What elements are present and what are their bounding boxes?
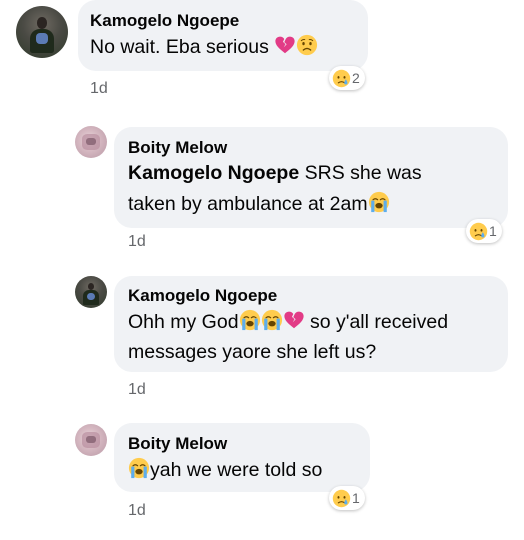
timestamp[interactable]: 1d bbox=[128, 233, 146, 251]
comment-text: No wait. Eba serious bbox=[90, 32, 318, 63]
reaction-count: 1 bbox=[352, 490, 360, 506]
comment-text-line1-a: Ohh my God bbox=[128, 311, 239, 333]
loudly-crying-face-icon bbox=[261, 309, 283, 331]
avatar[interactable] bbox=[75, 126, 107, 158]
avatar[interactable] bbox=[75, 424, 107, 456]
loudly-crying-face-icon bbox=[239, 309, 261, 331]
broken-heart-icon bbox=[283, 309, 305, 331]
timestamp[interactable]: 1d bbox=[128, 502, 146, 520]
loudly-crying-face-icon bbox=[368, 191, 390, 213]
comment-text-line2: messages yaore she left us? bbox=[128, 341, 377, 363]
sad-tear-face-icon bbox=[332, 489, 351, 508]
reaction-badge[interactable]: 1 bbox=[466, 219, 502, 243]
loudly-crying-face-icon bbox=[128, 457, 150, 479]
comment-author[interactable]: Boity Melow bbox=[128, 434, 227, 454]
worried-face-icon bbox=[296, 34, 318, 56]
comment-author[interactable]: Kamogelo Ngoepe bbox=[128, 286, 277, 306]
sad-tear-face-icon bbox=[332, 69, 351, 88]
reaction-badge[interactable]: 2 bbox=[329, 66, 365, 90]
comment-text-line1: SRS she was bbox=[299, 162, 422, 184]
comment-text: taken by ambulance at 2am bbox=[128, 189, 390, 220]
reaction-count: 2 bbox=[352, 70, 360, 86]
avatar[interactable] bbox=[16, 6, 68, 58]
timestamp[interactable]: 1d bbox=[128, 381, 146, 399]
comment-text-line1-b: so y'all received bbox=[304, 311, 449, 333]
comment-author[interactable]: Kamogelo Ngoepe bbox=[90, 11, 239, 31]
comment-text: messages yaore she left us? bbox=[128, 337, 376, 368]
mention-link[interactable]: Kamogelo Ngoepe bbox=[128, 162, 299, 184]
reaction-count: 1 bbox=[489, 223, 497, 239]
comment-text: Ohh my God so y'all received bbox=[128, 307, 448, 338]
timestamp[interactable]: 1d bbox=[90, 80, 108, 98]
sad-tear-face-icon bbox=[469, 222, 488, 241]
comment-text-content: yah we were told so bbox=[150, 459, 323, 481]
comment-author[interactable]: Boity Melow bbox=[128, 138, 227, 158]
avatar[interactable] bbox=[75, 276, 107, 308]
comment-text: Kamogelo Ngoepe SRS she was bbox=[128, 158, 422, 189]
comment-text-line2: taken by ambulance at 2am bbox=[128, 193, 368, 215]
broken-heart-icon bbox=[274, 34, 296, 56]
comment-text: yah we were told so bbox=[128, 455, 322, 486]
reaction-badge[interactable]: 1 bbox=[329, 486, 365, 510]
comment-text-content: No wait. Eba serious bbox=[90, 36, 269, 58]
